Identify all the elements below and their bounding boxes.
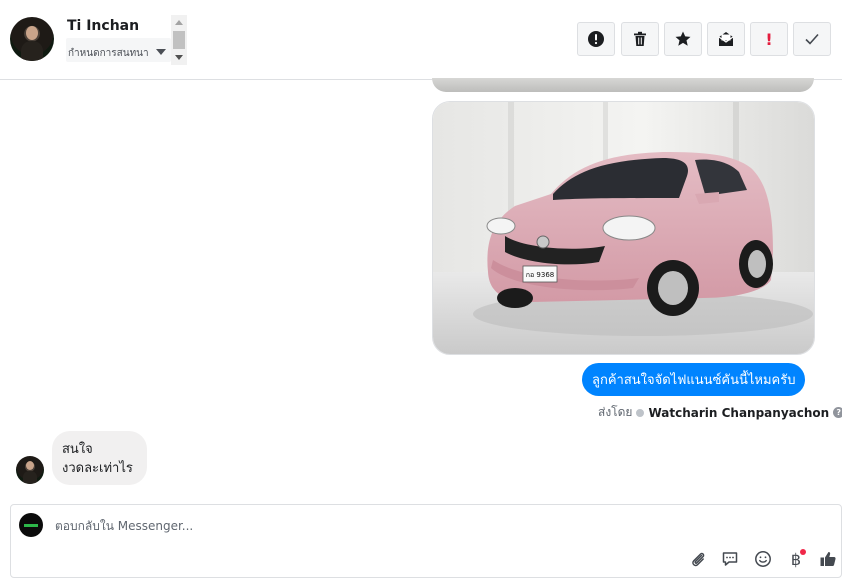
mark-as-done-button[interactable]: [793, 22, 831, 56]
car-photo: กอ 9368: [433, 102, 814, 354]
check-icon: [805, 33, 819, 45]
sent-by-prefix: ส่งโดย: [598, 405, 633, 419]
reply-input[interactable]: [55, 516, 655, 536]
avatar-body: [23, 471, 37, 484]
conversation-header: Ti Inchan กำหนดการสนทนา !: [0, 0, 842, 80]
delete-button[interactable]: [621, 22, 659, 56]
incoming-line-2: งวดละเท่าไร: [62, 461, 133, 476]
envelope-icon: [718, 32, 734, 46]
seen-status-icon: [636, 408, 645, 417]
sender-name[interactable]: Watcharin Chanpanyachon: [648, 406, 829, 420]
contact-avatar-small[interactable]: [16, 456, 44, 484]
avatar-face: [26, 26, 38, 40]
outgoing-message-bubble[interactable]: ลูกค้าสนใจจัดไฟแนนซ์คันนี้ไหมครับ: [582, 363, 806, 396]
scroll-down-arrow-icon[interactable]: [175, 55, 183, 60]
star-icon: [675, 31, 691, 46]
scroll-thumb[interactable]: [173, 31, 185, 49]
notification-dot: [800, 549, 806, 555]
page-logo-mark: [24, 524, 38, 527]
saved-replies-icon: [722, 552, 738, 566]
help-icon[interactable]: ?: [833, 407, 842, 418]
paperclip-icon: [692, 552, 705, 567]
like-button[interactable]: [817, 548, 839, 570]
follow-up-button[interactable]: !: [750, 22, 788, 56]
attach-button[interactable]: [687, 548, 709, 570]
scroll-up-arrow-icon[interactable]: [175, 20, 183, 25]
license-plate-text: กอ 9368: [526, 271, 554, 279]
exclamation-icon: !: [765, 29, 773, 49]
previous-image-attachment[interactable]: [432, 78, 814, 92]
contact-avatar[interactable]: [10, 17, 54, 61]
car-photo-attachment[interactable]: กอ 9368: [432, 101, 815, 355]
incoming-line-1: สนใจ: [62, 442, 93, 457]
trash-icon: [634, 31, 646, 46]
label-select-value: กำหนดการสนทนา: [68, 48, 149, 59]
mark-unread-button[interactable]: [707, 22, 745, 56]
alert-circle-icon: [588, 31, 604, 47]
mark-as-spam-button[interactable]: [577, 22, 615, 56]
page-avatar: [19, 513, 43, 537]
message-composer: ฿: [10, 504, 842, 578]
sent-by-label: ส่งโดย Watcharin Chanpanyachon ?: [598, 403, 842, 422]
conversation-label-select[interactable]: กำหนดการสนทนา: [66, 38, 171, 62]
emoji-button[interactable]: [752, 548, 774, 570]
emoji-icon: [755, 551, 771, 567]
caret-down-icon: [156, 49, 166, 55]
contact-name[interactable]: Ti Inchan: [67, 18, 139, 34]
saved-replies-button[interactable]: [719, 548, 741, 570]
incoming-message-bubble[interactable]: สนใจ งวดละเท่าไร: [52, 431, 147, 485]
payment-button[interactable]: ฿: [785, 548, 807, 570]
avatar-body: [21, 41, 43, 61]
avatar-face: [26, 461, 34, 470]
label-select-scrollbar[interactable]: [171, 15, 187, 65]
star-button[interactable]: [664, 22, 702, 56]
like-icon: [820, 552, 836, 566]
